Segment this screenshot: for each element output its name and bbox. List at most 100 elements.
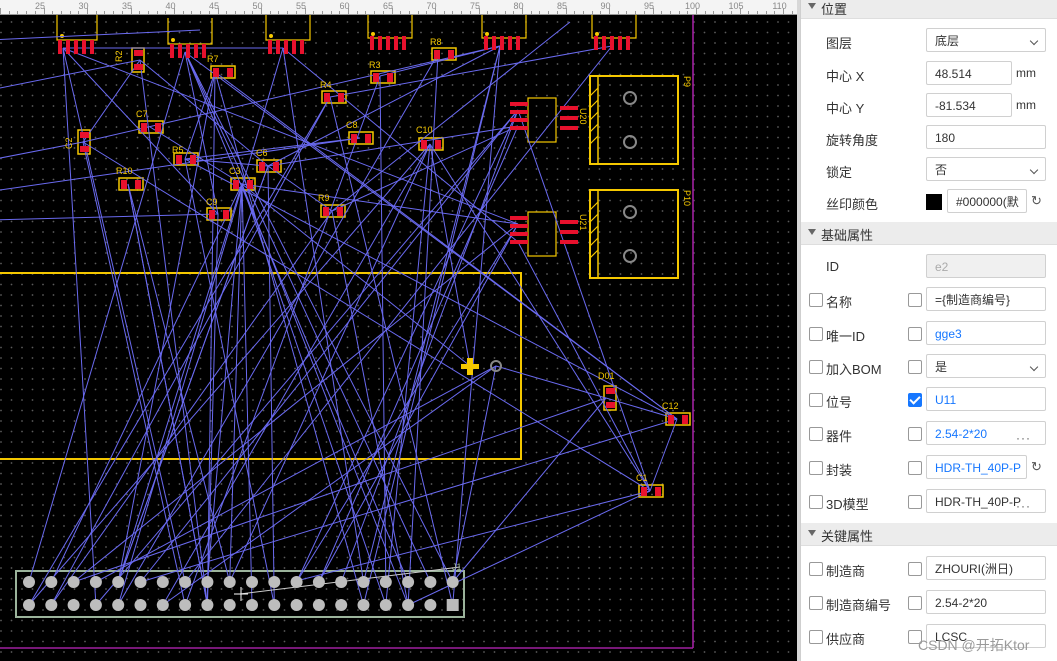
more-icon[interactable]: ··· <box>1016 426 1031 444</box>
silk-color-input[interactable]: #000000(默 <box>947 189 1027 213</box>
manufacturer-input[interactable]: ZHOURI(洲日) <box>926 556 1046 580</box>
bom-row: 加入BOM 是 <box>801 350 1057 382</box>
sot-pad <box>560 126 578 130</box>
bom-select[interactable]: 是 <box>926 354 1046 378</box>
lock-select[interactable]: 否 <box>926 157 1046 181</box>
bom-visible-checkbox[interactable] <box>908 360 922 374</box>
ruler-tick-label: 110 <box>772 1 787 11</box>
component-designator: C7 <box>136 109 148 119</box>
bom-show-checkbox[interactable] <box>809 360 823 374</box>
ruler-tick <box>365 11 367 14</box>
ic-pad <box>194 44 198 58</box>
uid-visible-checkbox[interactable] <box>908 327 922 341</box>
more-icon[interactable]: ··· <box>1016 494 1031 512</box>
ruler-tick <box>269 11 271 14</box>
ruler-tick <box>304 8 306 14</box>
component-designator: C3 <box>229 166 241 176</box>
ruler-tick <box>635 11 637 14</box>
ruler-tick <box>295 11 297 14</box>
designator-row: 位号 U11 <box>801 383 1057 415</box>
designator-input[interactable]: U11 <box>926 387 1046 411</box>
id-input: e2 <box>926 254 1046 278</box>
device-show-checkbox[interactable] <box>809 427 823 441</box>
lock-label: 锁定 <box>826 165 853 180</box>
layer-label: 图层 <box>826 36 853 51</box>
device-input[interactable]: 2.54-2*20 ··· <box>926 421 1046 445</box>
passive-pad <box>176 155 182 164</box>
mpn-visible-checkbox[interactable] <box>908 596 922 610</box>
id-row: ID e2 <box>801 250 1057 282</box>
mpn-input[interactable]: 2.54-2*20 <box>926 590 1046 614</box>
footprint-input[interactable]: HDR-TH_40P-P <box>926 455 1027 479</box>
ruler-tick <box>765 11 767 14</box>
supplier-label: 供应商 <box>826 632 866 647</box>
section-position-header[interactable]: 位置 <box>801 0 1057 19</box>
model-visible-checkbox[interactable] <box>908 495 922 509</box>
manufacturer-visible-checkbox[interactable] <box>908 562 922 576</box>
manufacturer-show-checkbox[interactable] <box>809 562 823 576</box>
uid-input[interactable]: gge3 <box>926 321 1046 345</box>
device-value: 2.54-2*20 <box>935 427 988 441</box>
section-key-header[interactable]: 关键属性 <box>801 523 1057 546</box>
component-designator: R3 <box>369 60 381 70</box>
passive-pad <box>435 140 441 149</box>
header-pad <box>402 576 415 588</box>
center-x-input[interactable]: 48.514 <box>926 61 1012 85</box>
section-basic-header[interactable]: 基础属性 <box>801 222 1057 245</box>
mpn-show-checkbox[interactable] <box>809 596 823 610</box>
center-y-input[interactable]: -81.534 <box>926 93 1012 117</box>
ruler-tick <box>356 11 358 14</box>
passive-pad <box>134 50 143 56</box>
ruler-tick <box>539 11 541 14</box>
designator-visible-checkbox[interactable] <box>908 393 922 407</box>
uid-show-checkbox[interactable] <box>809 327 823 341</box>
header-pad <box>179 576 192 588</box>
collapse-icon <box>808 3 816 9</box>
ruler-tick <box>113 11 115 14</box>
passive-pad <box>259 162 265 171</box>
supplier-show-checkbox[interactable] <box>809 630 823 644</box>
header-pad <box>246 599 258 611</box>
refresh-icon[interactable]: ↻ <box>1031 459 1042 475</box>
passive-pad <box>213 68 219 77</box>
component-designator: C8 <box>346 120 358 130</box>
ruler-tick <box>730 11 732 14</box>
passive-pad <box>80 132 89 138</box>
ruler-tick <box>287 11 289 14</box>
ic-pad <box>66 40 70 54</box>
ruler-tick <box>69 11 71 14</box>
name-show-checkbox[interactable] <box>809 293 823 307</box>
passive-pad <box>655 487 661 496</box>
pcb-canvas[interactable]: R2 C7 R7 R4 R3 R8 C2 R5 C8 C10 R10 C6 C3 C9 R9 U20 U21 P9… <box>0 0 800 661</box>
footprint-visible-checkbox[interactable] <box>908 461 922 475</box>
sot-pad <box>560 106 578 110</box>
header-pad <box>201 576 214 588</box>
component-designator: R2 <box>114 50 124 62</box>
watermark: CSDN @开拓Ktor <box>918 637 1030 653</box>
center-x-label: 中心 X <box>826 69 865 84</box>
sot-pad <box>510 102 528 106</box>
model-show-checkbox[interactable] <box>809 495 823 509</box>
pcb-board-drawing[interactable]: R2 C7 R7 R4 R3 R8 C2 R5 C8 C10 R10 C6 C3 C9 R9 U20 U21 P9… <box>0 0 800 661</box>
layer-select[interactable]: 底层 <box>926 28 1046 52</box>
ruler-tick <box>78 11 80 14</box>
silk-color-swatch[interactable] <box>926 194 942 210</box>
ruler-tick <box>147 11 149 14</box>
passive-pad <box>337 207 343 216</box>
footprint-show-checkbox[interactable] <box>809 461 823 475</box>
header-pad <box>290 599 303 611</box>
component-designator: R7 <box>207 54 219 64</box>
model-input[interactable]: HDR-TH_40P-P ··· <box>926 489 1046 513</box>
name-visible-checkbox[interactable] <box>908 293 922 307</box>
rotation-value: 180 <box>935 131 956 145</box>
header-pad <box>424 576 437 588</box>
manufacturer-row: 制造商 ZHOURI(洲日) <box>801 552 1057 584</box>
device-visible-checkbox[interactable] <box>908 427 922 441</box>
header-pad <box>424 599 437 611</box>
ruler-tick <box>774 11 776 14</box>
ruler-tick <box>783 8 784 14</box>
refresh-icon[interactable]: ↻ <box>1031 193 1042 209</box>
rotation-input[interactable]: 180 <box>926 125 1046 149</box>
designator-show-checkbox[interactable] <box>809 393 823 407</box>
name-input[interactable]: ={制造商编号} <box>926 287 1046 311</box>
